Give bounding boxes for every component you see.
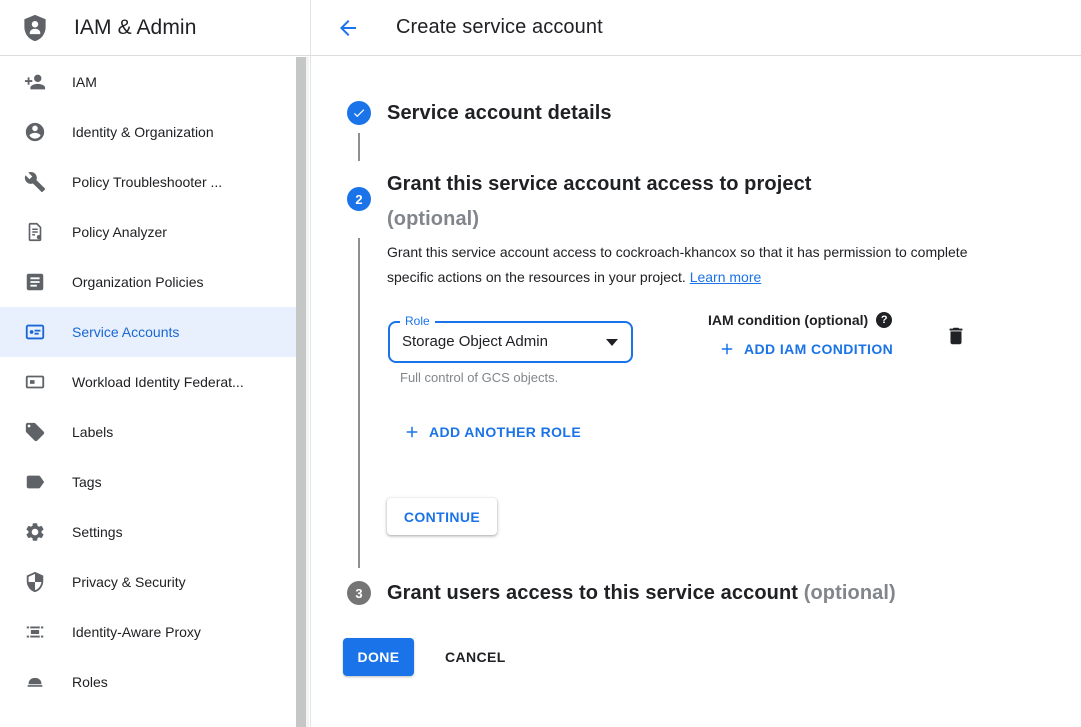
add-iam-condition-button[interactable]: ADD IAM CONDITION xyxy=(718,340,893,358)
sidebar-item-identity-aware-proxy[interactable]: Identity-Aware Proxy xyxy=(0,607,298,657)
step-connector xyxy=(358,238,360,568)
sidebar-item-label: Identity-Aware Proxy xyxy=(72,624,201,640)
sidebar-item-label: Organization Policies xyxy=(72,274,204,290)
proxy-grid-icon xyxy=(24,621,46,643)
add-another-role-button[interactable]: ADD ANOTHER ROLE xyxy=(403,423,581,441)
sidebar-header: IAM & Admin xyxy=(0,0,310,56)
step1-complete-indicator xyxy=(347,101,371,125)
done-button[interactable]: DONE xyxy=(343,638,414,676)
person-add-icon xyxy=(24,71,46,93)
step2-title-text: Grant this service account access to pro… xyxy=(387,173,812,195)
sidebar-item-label: Workload Identity Federat... xyxy=(72,374,244,390)
shield-half-icon xyxy=(24,571,46,593)
sidebar-item-policy-analyzer[interactable]: Policy Analyzer xyxy=(0,207,298,257)
add-another-role-label: ADD ANOTHER ROLE xyxy=(429,424,581,440)
document-icon xyxy=(24,271,46,293)
wrench-icon xyxy=(24,171,46,193)
sidebar-item-tags[interactable]: Tags xyxy=(0,457,298,507)
sidebar-item-iam[interactable]: IAM xyxy=(0,57,298,107)
add-iam-condition-label: ADD IAM CONDITION xyxy=(744,341,893,357)
sidebar-nav: IAM Identity & Organization Policy Troub… xyxy=(0,57,298,707)
back-arrow-icon[interactable] xyxy=(336,16,360,40)
step1-title: Service account details xyxy=(387,101,612,125)
service-account-key-icon xyxy=(24,321,46,343)
role-helper-text: Full control of GCS objects. xyxy=(400,370,558,385)
step3-number: 3 xyxy=(355,586,362,601)
learn-more-link[interactable]: Learn more xyxy=(690,269,762,285)
label-arrow-icon xyxy=(24,471,46,493)
tag-icon xyxy=(24,421,46,443)
sidebar-item-settings[interactable]: Settings xyxy=(0,507,298,557)
account-circle-icon xyxy=(24,121,46,143)
iam-admin-console: IAM & Admin IAM Identity & Organization … xyxy=(0,0,1081,727)
gear-icon xyxy=(24,521,46,543)
page-header: Create service account xyxy=(311,0,1081,56)
plus-icon xyxy=(403,423,421,441)
delete-role-icon[interactable] xyxy=(945,325,967,347)
document-gear-icon xyxy=(24,221,46,243)
sidebar-item-policy-troubleshooter[interactable]: Policy Troubleshooter ... xyxy=(0,157,298,207)
sidebar-item-organization-policies[interactable]: Organization Policies xyxy=(0,257,298,307)
step2-description: Grant this service account access to coc… xyxy=(387,240,981,290)
step2-description-text: Grant this service account access to coc… xyxy=(387,244,968,285)
cancel-button[interactable]: CANCEL xyxy=(429,638,522,676)
product-title: IAM & Admin xyxy=(74,16,196,40)
step3-title: Grant users access to this service accou… xyxy=(387,581,1067,605)
sidebar-item-label: Settings xyxy=(72,524,123,540)
role-select[interactable]: Role Storage Object Admin xyxy=(388,321,633,363)
step2-number: 2 xyxy=(355,192,362,207)
sidebar-item-label: Tags xyxy=(72,474,102,490)
step-connector xyxy=(358,133,360,161)
step2-number-indicator: 2 xyxy=(347,187,371,211)
sidebar-item-roles[interactable]: Roles xyxy=(0,657,298,707)
sidebar-item-label: Roles xyxy=(72,674,108,690)
sidebar-item-label: Labels xyxy=(72,424,113,440)
sidebar-item-label: Privacy & Security xyxy=(72,574,186,590)
step3-title-text: Grant users access to this service accou… xyxy=(387,582,798,604)
role-selected-value: Storage Object Admin xyxy=(402,323,548,361)
iam-condition-label-row: IAM condition (optional) ? xyxy=(708,312,892,328)
dropdown-caret-icon xyxy=(606,339,618,346)
sidebar-scrollbar-thumb[interactable] xyxy=(296,57,306,727)
sidebar: IAM & Admin IAM Identity & Organization … xyxy=(0,0,311,727)
hat-icon xyxy=(24,671,46,693)
sidebar-item-label: Policy Analyzer xyxy=(72,224,167,240)
step3-number-indicator: 3 xyxy=(347,581,371,605)
step2-optional-label: (optional) xyxy=(387,202,1007,237)
sidebar-scrollbar-track xyxy=(296,57,309,727)
iam-shield-icon xyxy=(20,13,50,43)
sidebar-item-service-accounts[interactable]: Service Accounts xyxy=(0,307,298,357)
step2-title: Grant this service account access to pro… xyxy=(387,167,1007,237)
plus-icon xyxy=(718,340,736,358)
sidebar-item-label: Service Accounts xyxy=(72,324,179,340)
sidebar-item-identity-organization[interactable]: Identity & Organization xyxy=(0,107,298,157)
continue-button[interactable]: CONTINUE xyxy=(387,498,497,535)
sidebar-item-labels[interactable]: Labels xyxy=(0,407,298,457)
step3-optional-label: (optional) xyxy=(804,582,896,604)
page-title: Create service account xyxy=(396,16,603,39)
sidebar-item-label: Identity & Organization xyxy=(72,124,214,140)
sidebar-item-workload-identity-federation[interactable]: Workload Identity Federat... xyxy=(0,357,298,407)
sidebar-item-label: IAM xyxy=(72,74,97,90)
check-icon xyxy=(352,106,366,120)
sidebar-item-privacy-security[interactable]: Privacy & Security xyxy=(0,557,298,607)
create-service-account-form: Service account details 2 Grant this ser… xyxy=(311,57,1081,727)
iam-condition-label: IAM condition (optional) xyxy=(708,312,868,328)
badge-card-icon xyxy=(24,371,46,393)
help-icon[interactable]: ? xyxy=(876,312,892,328)
sidebar-item-label: Policy Troubleshooter ... xyxy=(72,174,222,190)
